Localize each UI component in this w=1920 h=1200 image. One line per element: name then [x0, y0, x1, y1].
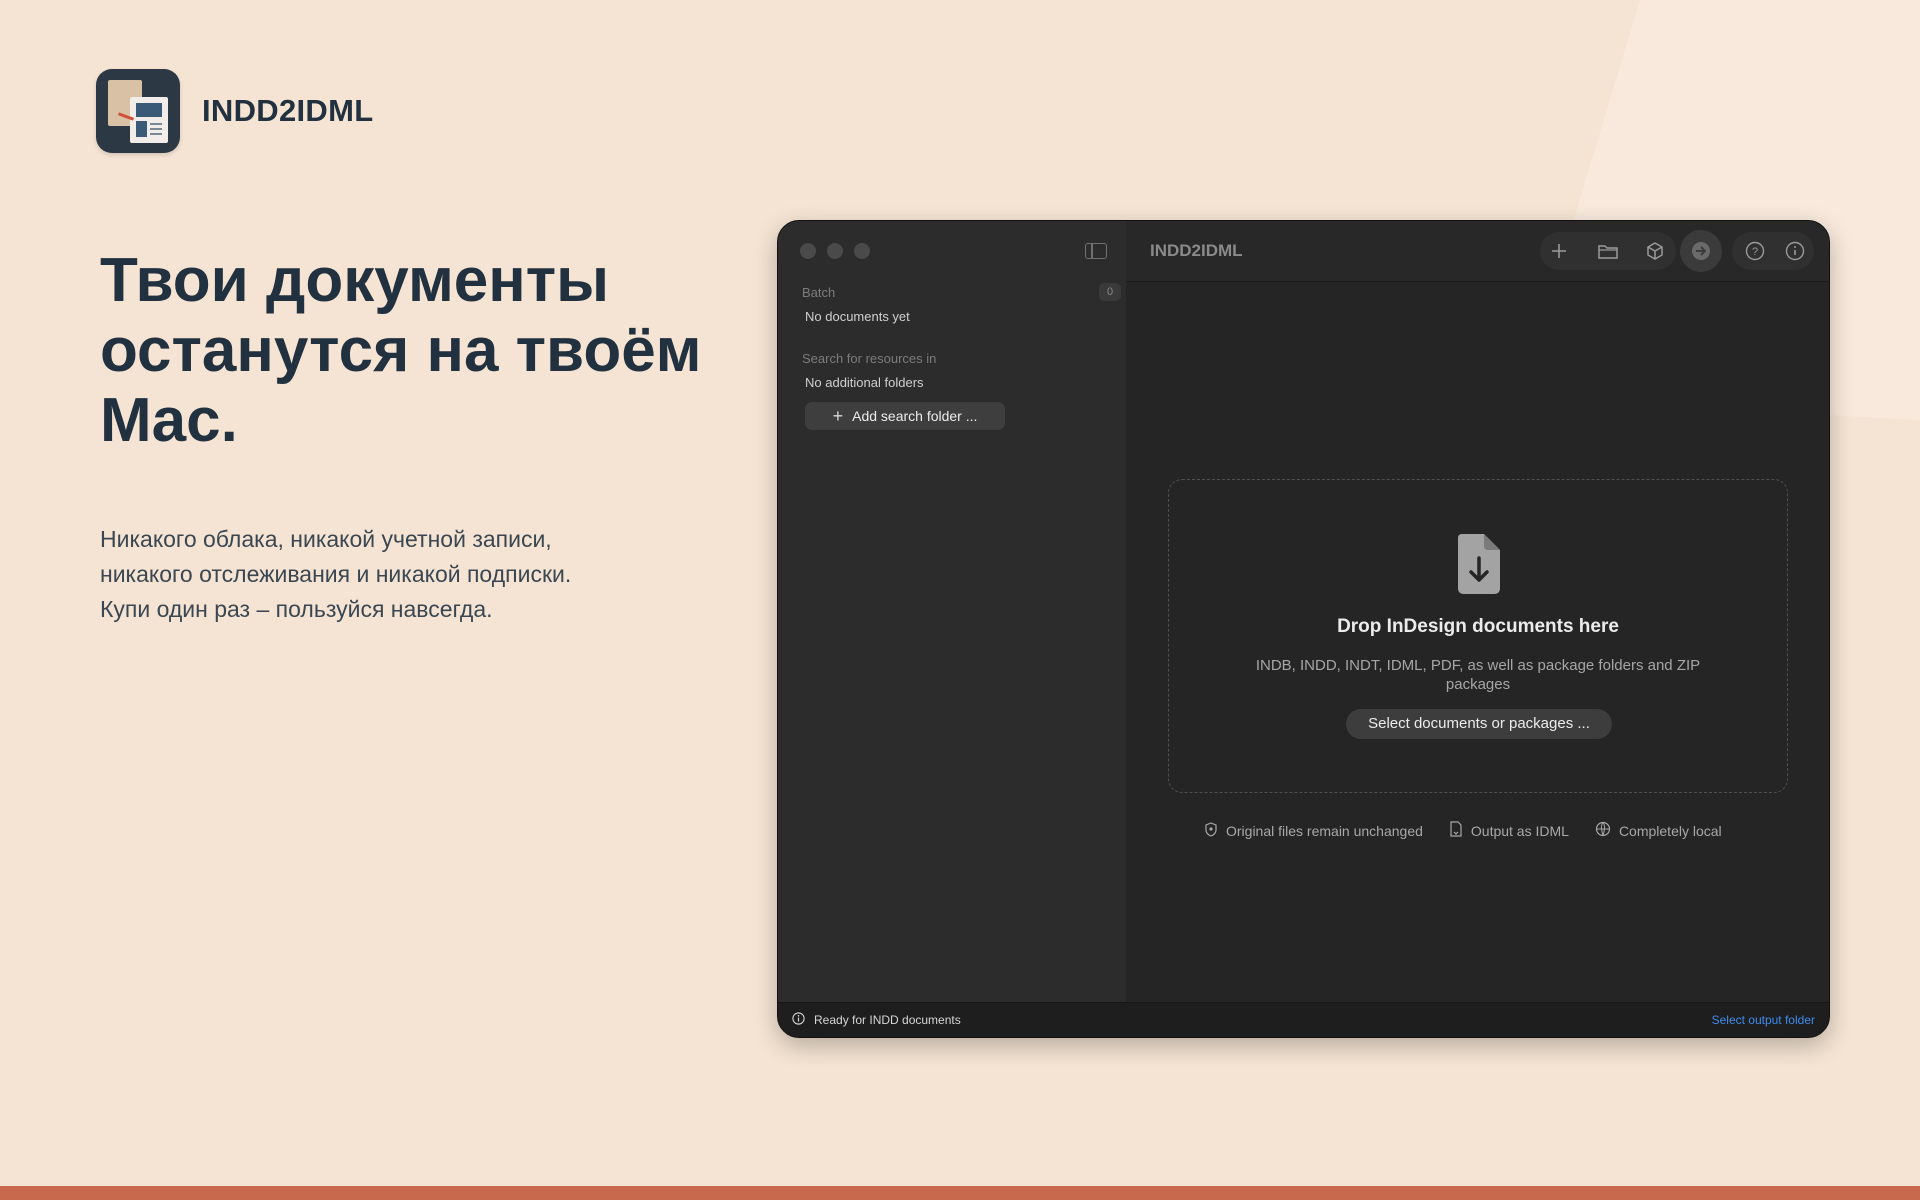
sidebar: Batch 0 No documents yet Search for reso…	[778, 221, 1127, 1005]
feature-item: Completely local	[1595, 821, 1722, 840]
subtext-line: Никакого облака, никакой учетной записи,	[100, 526, 552, 552]
document-download-icon	[1454, 534, 1502, 599]
page-headline: Твои документы останутся на твоём Mac.	[100, 246, 702, 455]
sidebar-toggle-icon[interactable]	[1085, 243, 1107, 259]
info-icon	[792, 1012, 805, 1028]
status-text: Ready for INDD documents	[814, 1013, 961, 1027]
brand-name: INDD2IDML	[202, 93, 374, 128]
convert-arrow-icon[interactable]	[1680, 230, 1722, 272]
brand: INDD2IDML	[96, 69, 373, 153]
app-window: Batch 0 No documents yet Search for reso…	[777, 220, 1830, 1038]
zoom-window-button[interactable]	[854, 243, 870, 259]
status-bar: Ready for INDD documents Select output f…	[778, 1002, 1829, 1037]
app-logo-icon	[96, 69, 180, 153]
drop-zone[interactable]: Drop InDesign documents here INDB, INDD,…	[1168, 479, 1788, 793]
package-icon[interactable]	[1636, 232, 1674, 270]
add-search-folder-label: Add search folder ...	[852, 408, 978, 424]
feature-label: Completely local	[1618, 822, 1722, 839]
search-section-title: Search for resources in	[802, 351, 937, 366]
search-empty-text: No additional folders	[805, 375, 924, 390]
feature-label: Original files remain unchanged	[1226, 822, 1423, 839]
feature-item: Output as IDML	[1449, 821, 1569, 840]
feature-item: Original files remain unchanged	[1204, 821, 1423, 840]
shield-icon	[1204, 821, 1218, 840]
batch-count-badge: 0	[1099, 283, 1121, 301]
subtext-line: Купи один раз – пользуйся навсегда.	[100, 596, 493, 622]
subtext-line: никакого отслеживания и никакой подписки…	[100, 561, 572, 587]
add-search-folder-button[interactable]: + Add search folder ...	[805, 402, 1005, 430]
main-content: INDD2IDML ? Drop InDesign documents here…	[1126, 221, 1829, 1005]
toolbar: INDD2IDML ?	[1126, 221, 1829, 282]
plus-icon[interactable]	[1540, 232, 1578, 270]
window-title: INDD2IDML	[1150, 241, 1243, 260]
document-icon	[1449, 821, 1463, 840]
help-icon[interactable]: ?	[1736, 232, 1774, 270]
globe-icon	[1595, 821, 1611, 840]
batch-section-title: Batch	[802, 285, 836, 300]
drop-zone-title: Drop InDesign documents here	[1337, 616, 1619, 637]
folder-icon[interactable]	[1589, 232, 1627, 270]
plus-icon: +	[832, 406, 844, 426]
status-message: Ready for INDD documents	[792, 1012, 961, 1028]
window-controls	[800, 243, 870, 259]
batch-empty-text: No documents yet	[805, 309, 910, 324]
svg-text:?: ?	[1752, 246, 1758, 258]
minimize-window-button[interactable]	[827, 243, 843, 259]
bottom-accent-bar	[0, 1186, 1920, 1200]
info-icon[interactable]	[1776, 232, 1814, 270]
page-subtext: Никакого облака, никакой учетной записи,…	[100, 522, 720, 627]
feature-list: Original files remain unchanged Output a…	[1204, 821, 1722, 840]
drop-zone-subtitle: INDB, INDD, INDT, IDML, PDF, as well as …	[1255, 657, 1701, 693]
select-documents-button[interactable]: Select documents or packages ...	[1346, 709, 1612, 739]
feature-label: Output as IDML	[1470, 822, 1569, 839]
select-output-folder-link[interactable]: Select output folder	[1712, 1013, 1815, 1027]
close-window-button[interactable]	[800, 243, 816, 259]
